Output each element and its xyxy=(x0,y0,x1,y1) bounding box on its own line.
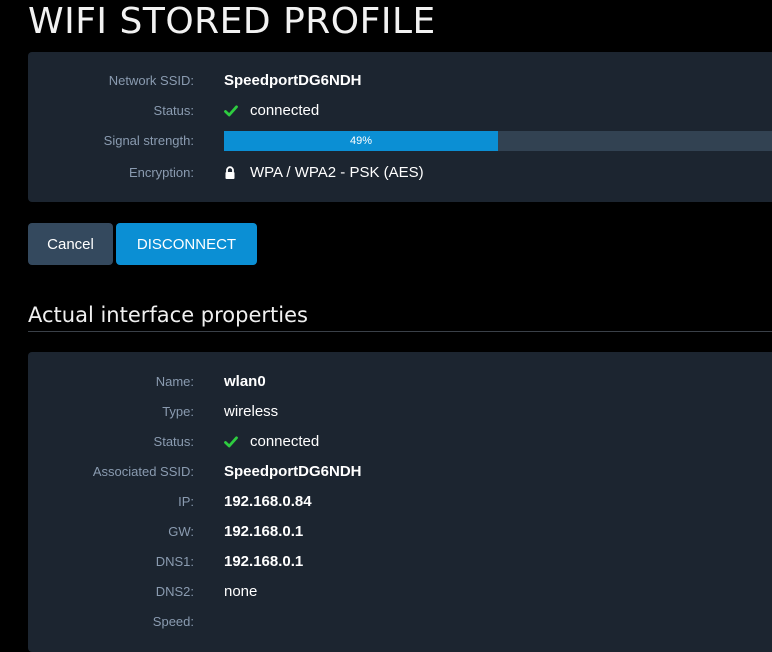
section-divider xyxy=(28,331,772,332)
check-icon xyxy=(224,104,238,118)
gw-value: 192.168.0.1 xyxy=(224,523,304,540)
name-label: Name: xyxy=(155,374,194,389)
profile-row-ssid: Network SSID: SpeedportDG6NDH xyxy=(28,66,772,96)
iface-status-label: Status: xyxy=(153,434,194,449)
cancel-button[interactable]: Cancel xyxy=(28,223,113,265)
signal-strength-value: 49% xyxy=(349,135,373,147)
lock-icon xyxy=(224,165,236,180)
ssid-label: Network SSID: xyxy=(108,73,194,88)
iface-row-dns1: DNS1: 192.168.0.1 xyxy=(28,547,772,577)
status-value-wrap: connected xyxy=(224,102,319,119)
name-value: wlan0 xyxy=(224,373,266,390)
disconnect-button[interactable]: DISCONNECT xyxy=(116,223,257,265)
iface-row-gw: GW: 192.168.0.1 xyxy=(28,517,772,547)
assoc-ssid-value: SpeedportDG6NDH xyxy=(224,463,362,480)
status-label: Status: xyxy=(153,103,194,118)
iface-row-name: Name: wlan0 xyxy=(28,367,772,397)
page-title: WIFI STORED PROFILE xyxy=(28,1,436,42)
check-icon xyxy=(224,435,238,449)
status-value: connected xyxy=(250,102,320,119)
encryption-value: WPA / WPA2 - PSK (AES) xyxy=(250,164,424,181)
speed-label: Speed: xyxy=(152,614,194,629)
iface-row-assoc-ssid: Associated SSID: SpeedportDG6NDH xyxy=(28,457,772,487)
ip-label: IP: xyxy=(178,494,194,509)
ssid-value: SpeedportDG6NDH xyxy=(224,72,362,89)
profile-row-status: Status: connected xyxy=(28,96,772,126)
encryption-label: Encryption: xyxy=(128,165,194,180)
iface-status-value-wrap: connected xyxy=(224,433,319,450)
iface-row-type: Type: wireless xyxy=(28,397,772,427)
iface-row-speed: Speed: xyxy=(28,607,772,637)
gw-label: GW: xyxy=(168,524,194,539)
profile-panel: Network SSID: SpeedportDG6NDH Status: co… xyxy=(28,52,772,202)
dns2-label: DNS2: xyxy=(155,584,194,599)
encryption-value-wrap: WPA / WPA2 - PSK (AES) xyxy=(224,164,424,181)
dns1-label: DNS1: xyxy=(155,554,194,569)
ip-value: 192.168.0.84 xyxy=(224,493,312,510)
signal-label: Signal strength: xyxy=(103,133,194,148)
iface-row-ip: IP: 192.168.0.84 xyxy=(28,487,772,517)
type-value: wireless xyxy=(224,403,279,420)
interface-panel: Name: wlan0 Type: wireless Status: conne… xyxy=(28,352,772,652)
dns1-value: 192.168.0.1 xyxy=(224,553,304,570)
iface-row-status: Status: connected xyxy=(28,427,772,457)
iface-row-dns2: DNS2: none xyxy=(28,577,772,607)
iface-status-value: connected xyxy=(250,433,320,450)
assoc-ssid-label: Associated SSID: xyxy=(92,464,194,479)
dns2-value: none xyxy=(224,583,258,600)
type-label: Type: xyxy=(162,404,194,419)
profile-row-encryption: Encryption: WPA / WPA2 - PSK (AES) xyxy=(28,158,772,188)
section-title-interface: Actual interface properties xyxy=(28,303,308,327)
signal-strength-bar: 49% xyxy=(224,131,772,151)
